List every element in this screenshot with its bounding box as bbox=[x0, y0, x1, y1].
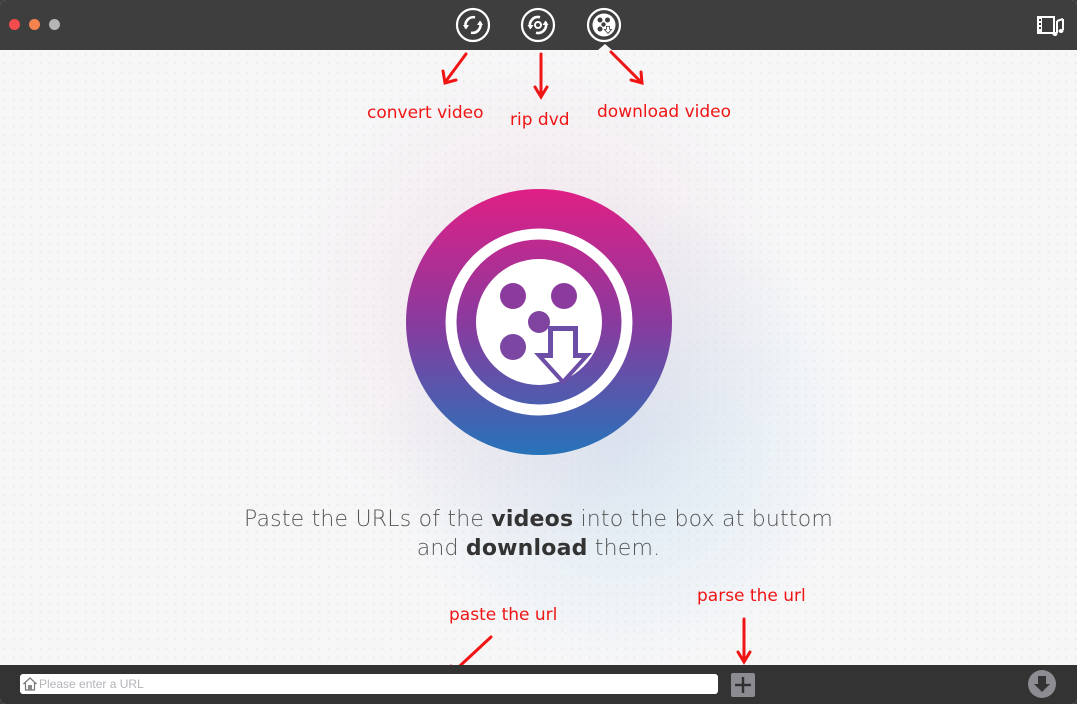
media-library-icon bbox=[1037, 16, 1064, 36]
instruction-message: Paste the URLs of the videos into the bo… bbox=[0, 505, 1077, 563]
url-input[interactable] bbox=[39, 674, 709, 694]
film-reel-download-icon bbox=[586, 7, 622, 43]
main-content: Paste the URLs of the videos into the bo… bbox=[0, 50, 1077, 665]
annotation-paste-url: paste the url bbox=[449, 605, 558, 625]
app-window: Paste the URLs of the videos into the bo… bbox=[0, 0, 1077, 704]
title-bar bbox=[0, 0, 1077, 50]
maximize-window-button[interactable] bbox=[49, 19, 60, 30]
home-icon bbox=[23, 677, 37, 691]
message-line-1: Paste the URLs of the videos into the bo… bbox=[244, 507, 833, 532]
media-library-button[interactable] bbox=[1036, 14, 1066, 38]
app-logo bbox=[405, 188, 673, 456]
close-window-button[interactable] bbox=[9, 19, 20, 30]
tab-rip-dvd[interactable] bbox=[520, 7, 556, 43]
bottom-bar bbox=[0, 665, 1077, 704]
url-field-container bbox=[20, 674, 718, 694]
rip-dvd-icon bbox=[520, 7, 556, 43]
annotation-rip-dvd: rip dvd bbox=[510, 110, 570, 130]
annotation-parse-url: parse the url bbox=[697, 586, 806, 606]
download-button[interactable] bbox=[1028, 670, 1056, 698]
annotation-download-video: download video bbox=[597, 102, 732, 122]
plus-icon bbox=[735, 677, 751, 693]
message-line-2: and download them. bbox=[416, 536, 661, 561]
tab-download-video[interactable] bbox=[586, 7, 622, 43]
parse-url-button[interactable] bbox=[731, 673, 755, 697]
tab-convert-video[interactable] bbox=[455, 7, 491, 43]
annotation-convert-video: convert video bbox=[367, 103, 484, 123]
film-reel-download-icon bbox=[406, 189, 672, 455]
convert-icon bbox=[455, 7, 491, 43]
download-arrow-icon bbox=[1034, 676, 1050, 692]
minimize-window-button[interactable] bbox=[29, 19, 40, 30]
